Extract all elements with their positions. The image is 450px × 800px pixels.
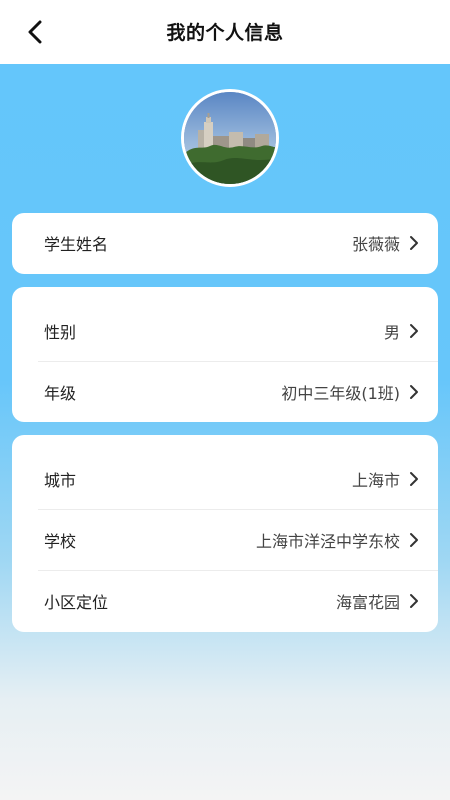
basic-info-card: 性别 男 年级 初中三年级(1班)	[12, 287, 438, 422]
chevron-right-icon	[408, 384, 420, 400]
community-row[interactable]: 小区定位 海富花园	[12, 571, 438, 631]
school-value: 上海市洋泾中学东校	[255, 532, 400, 551]
city-value: 上海市	[351, 471, 400, 490]
chevron-right-icon	[408, 323, 420, 339]
page-title: 我的个人信息	[166, 22, 284, 44]
location-card: 城市 上海市 学校 上海市洋泾中学东校 小区定位 海富花园	[12, 435, 438, 632]
chevron-right-icon	[408, 593, 420, 609]
grade-value: 初中三年级(1班)	[281, 384, 400, 403]
top-bar: 我的个人信息	[0, 0, 450, 64]
grade-row[interactable]: 年级 初中三年级(1班)	[12, 362, 438, 422]
gender-label: 性别	[44, 323, 77, 342]
student-name-label: 学生姓名	[44, 235, 109, 254]
community-label: 小区定位	[44, 593, 109, 612]
chevron-right-icon	[408, 235, 420, 251]
gender-value: 男	[383, 323, 400, 342]
grade-label: 年级	[44, 384, 77, 403]
chevron-right-icon	[408, 471, 420, 487]
school-row[interactable]: 学校 上海市洋泾中学东校	[12, 510, 438, 570]
gender-row[interactable]: 性别 男	[12, 301, 438, 361]
school-label: 学校	[44, 532, 77, 551]
profile-photo	[184, 92, 276, 184]
avatar[interactable]	[181, 89, 279, 187]
student-name-value: 张薇薇	[351, 235, 400, 254]
student-name-row[interactable]: 学生姓名 张薇薇	[12, 213, 438, 273]
city-row[interactable]: 城市 上海市	[12, 449, 438, 509]
name-card: 学生姓名 张薇薇	[12, 213, 438, 274]
community-value: 海富花园	[335, 593, 400, 612]
chevron-right-icon	[408, 532, 420, 548]
city-label: 城市	[44, 471, 77, 490]
profile-screen: 我的个人信息 学生姓名 张薇薇 性别 男 年级 初中三年级(1班) 城市 上海市…	[0, 0, 450, 800]
